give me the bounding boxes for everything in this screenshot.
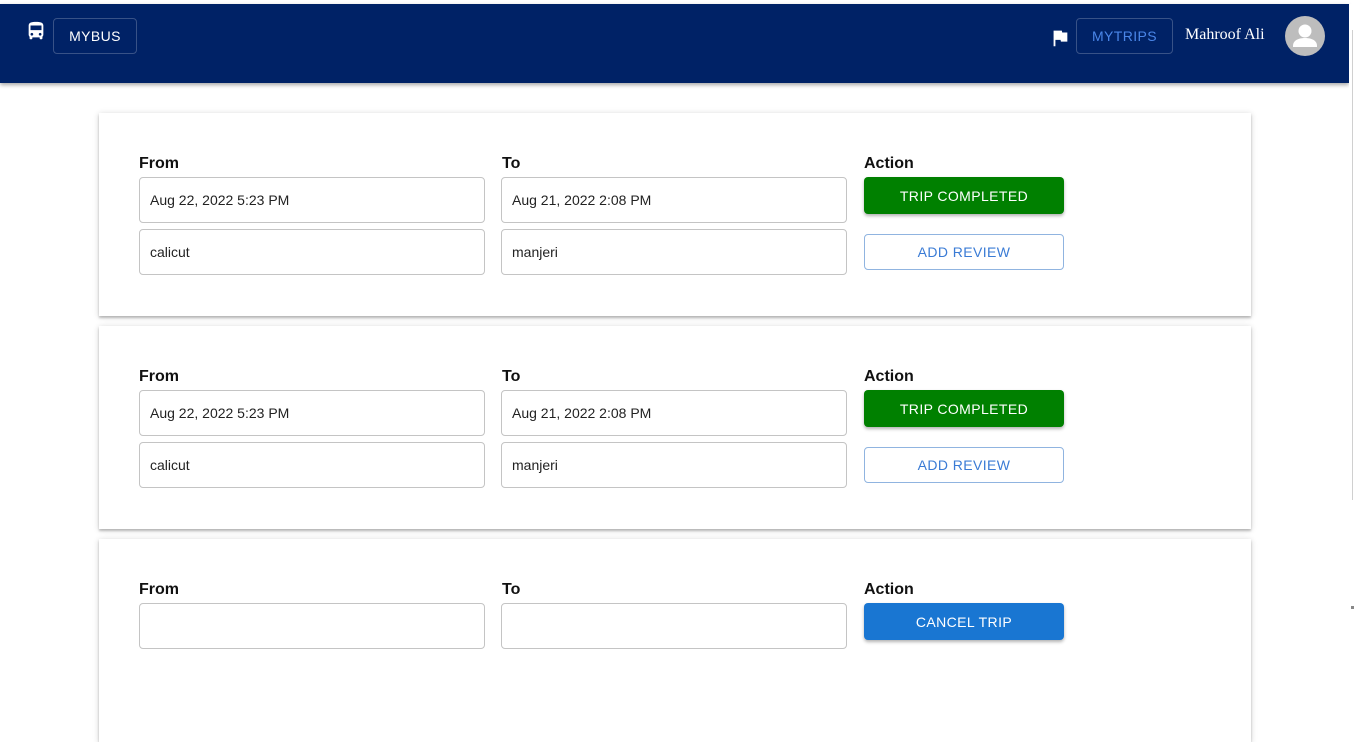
- add-review-button[interactable]: ADD REVIEW: [864, 234, 1064, 270]
- to-place-field[interactable]: manjeri: [501, 229, 847, 275]
- to-time-field[interactable]: Aug 21, 2022 2:08 PM: [501, 390, 847, 436]
- trip-card: From To Action Aug 22, 2022 5:23 PM Aug …: [99, 326, 1251, 529]
- to-time-field[interactable]: [501, 603, 847, 649]
- flag-icon[interactable]: [1049, 26, 1071, 50]
- avatar[interactable]: [1285, 16, 1325, 56]
- action-label: Action: [864, 581, 914, 598]
- app-bar: MYBUS MYTRIPS Mahroof Ali: [0, 4, 1349, 83]
- from-time-field[interactable]: Aug 22, 2022 5:23 PM: [139, 390, 485, 436]
- to-label: To: [502, 368, 521, 385]
- user-name: Mahroof Ali: [1185, 26, 1265, 43]
- to-place-field[interactable]: manjeri: [501, 442, 847, 488]
- trip-completed-button[interactable]: TRIP COMPLETED: [864, 177, 1064, 214]
- from-label: From: [139, 581, 179, 598]
- from-place-field[interactable]: calicut: [139, 229, 485, 275]
- mytrips-button[interactable]: MYTRIPS: [1076, 18, 1173, 54]
- to-label: To: [502, 581, 521, 598]
- add-review-button[interactable]: ADD REVIEW: [864, 447, 1064, 483]
- from-place-field[interactable]: calicut: [139, 442, 485, 488]
- trip-card: From To Action Aug 22, 2022 5:23 PM Aug …: [99, 113, 1251, 316]
- scrollbar-track-line: [1352, 30, 1353, 500]
- action-label: Action: [864, 368, 914, 385]
- avatar-icon: [1293, 24, 1317, 47]
- from-time-field[interactable]: [139, 603, 485, 649]
- trip-card: From To Action CANCEL TRIP: [99, 539, 1251, 742]
- bus-icon: [25, 20, 47, 42]
- trip-completed-button[interactable]: TRIP COMPLETED: [864, 390, 1064, 427]
- cancel-trip-button[interactable]: CANCEL TRIP: [864, 603, 1064, 640]
- to-time-field[interactable]: Aug 21, 2022 2:08 PM: [501, 177, 847, 223]
- to-label: To: [502, 155, 521, 172]
- mybus-button[interactable]: MYBUS: [53, 18, 137, 54]
- from-time-field[interactable]: Aug 22, 2022 5:23 PM: [139, 177, 485, 223]
- action-label: Action: [864, 155, 914, 172]
- scrollbar-arrow[interactable]: [1351, 606, 1354, 609]
- from-label: From: [139, 368, 179, 385]
- from-label: From: [139, 155, 179, 172]
